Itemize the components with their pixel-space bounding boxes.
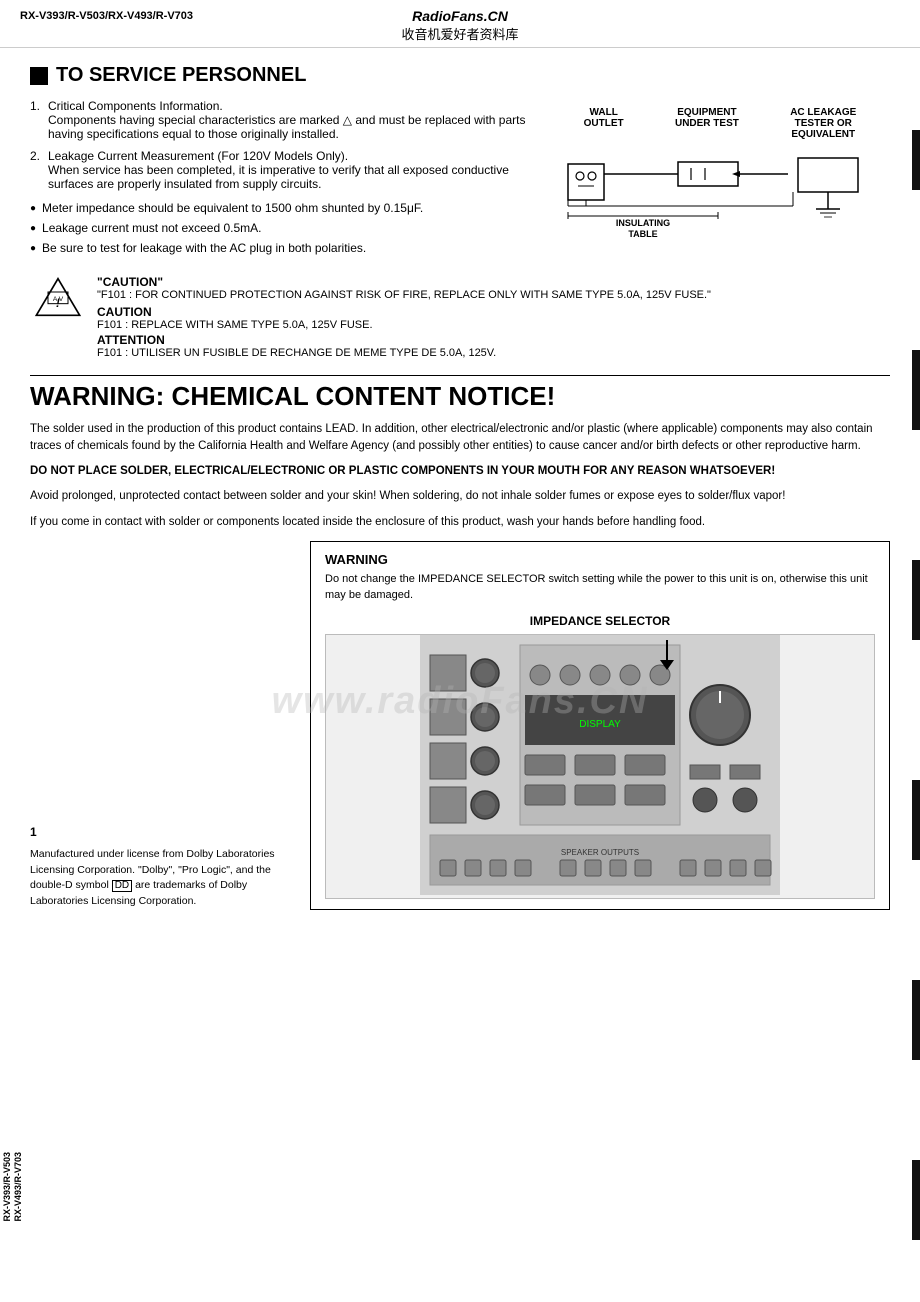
chemical-para-3: Avoid prolonged, unprotected contact bet…: [30, 488, 890, 505]
svg-text:TABLE: TABLE: [628, 229, 657, 239]
warning-impedance-box: WARNING Do not change the IMPEDANCE SELE…: [310, 541, 890, 910]
label-wall-outlet: WALLOUTLET: [584, 107, 624, 140]
warning-impedance-body: Do not change the IMPEDANCE SELECTOR swi…: [325, 571, 875, 604]
bullet-item-1: Meter impedance should be equivalent to …: [30, 201, 530, 215]
label-equipment: EQUIPMENTUNDER TEST: [675, 107, 739, 140]
service-left-col: 1. Critical Components Information. Comp…: [30, 99, 530, 265]
right-accent-4: [912, 780, 920, 860]
site-subtitle: 收音机爱好者资料库: [0, 24, 920, 43]
svg-text:INSULATING: INSULATING: [616, 218, 670, 228]
service-two-col: 1. Critical Components Information. Comp…: [30, 99, 890, 265]
amplifier-diagram: DISPLAY: [325, 634, 875, 899]
chemical-notice: WARNING: CHEMICAL CONTENT NOTICE! The so…: [30, 375, 890, 531]
bottom-section: 1 Manufactured under license from Dolby …: [30, 541, 890, 910]
dd-symbol: DD: [112, 880, 132, 892]
page-header: RX-V393/R-V503/RX-V493/R-V703 RadioFans.…: [0, 0, 920, 48]
diagram-col: WALLOUTLET EQUIPMENTUNDER TEST AC LEAKAG…: [550, 99, 890, 265]
amp-panel-svg: DISPLAY: [326, 635, 874, 895]
main-content: TO SERVICE PERSONNEL 1. Critical Compone…: [0, 48, 920, 926]
caution-area: ! A V "CAUTION" "F101 : FOR CONTINUED PR…: [30, 275, 890, 359]
dolby-col: 1 Manufactured under license from Dolby …: [30, 541, 290, 910]
caution-quoted-body: "F101 : FOR CONTINUED PROTECTION AGAINST…: [97, 289, 890, 301]
numbered-list: 1. Critical Components Information. Comp…: [30, 99, 530, 191]
right-accent-3: [912, 560, 920, 640]
service-section-title: TO SERVICE PERSONNEL: [30, 64, 890, 87]
caution-body: F101 : REPLACE WITH SAME TYPE 5.0A, 125V…: [97, 319, 890, 331]
attention-title: ATTENTION: [97, 333, 890, 347]
chemical-para-4: If you come in contact with solder or co…: [30, 514, 890, 531]
chemical-para-1: The solder used in the production of thi…: [30, 421, 890, 456]
page-number: 1: [30, 825, 37, 839]
svg-text:A V: A V: [52, 296, 63, 303]
right-accent-5: [912, 980, 920, 1060]
right-accent-1: [912, 130, 920, 190]
svg-text:SPEAKER OUTPUTS: SPEAKER OUTPUTS: [561, 848, 639, 857]
warning-impedance-col: WARNING Do not change the IMPEDANCE SELE…: [310, 541, 890, 910]
svg-text:DISPLAY: DISPLAY: [579, 719, 621, 730]
bullet-item-2: Leakage current must not exceed 0.5mA.: [30, 221, 530, 235]
attention-body: F101 : UTILISER UN FUSIBLE DE RECHANGE D…: [97, 347, 890, 359]
right-accent-2: [912, 350, 920, 430]
warning-impedance-title: WARNING: [325, 552, 875, 567]
page: RX-V393/R-V503/RX-V493/R-V703 RadioFans.…: [0, 0, 920, 1302]
service-title-text: TO SERVICE PERSONNEL: [56, 64, 306, 87]
model-label: RX-V393/R-V503/RX-V493/R-V703: [20, 10, 193, 22]
bullet-list: Meter impedance should be equivalent to …: [30, 201, 530, 255]
caution-quoted-title: "CAUTION": [97, 275, 890, 289]
circuit-svg: INSULATING TABLE: [558, 144, 878, 254]
bullet-item-3: Be sure to test for leakage with the AC …: [30, 241, 530, 255]
impedance-selector-label: IMPEDANCE SELECTOR: [325, 614, 875, 628]
list-item-1: 1. Critical Components Information. Comp…: [30, 99, 530, 141]
chemical-para-2: DO NOT PLACE SOLDER, ELECTRICAL/ELECTRON…: [30, 463, 890, 480]
label-ac-leakage: AC LEAKAGETESTER OREQUIVALENT: [790, 107, 856, 140]
model-vertical-label: RX-V393/R-V503RX-V493/R-V703: [2, 1152, 24, 1222]
list-item-2: 2. Leakage Current Measurement (For 120V…: [30, 149, 530, 191]
caution-triangle-icon: ! A V: [33, 275, 83, 319]
leakage-diagram: WALLOUTLET EQUIPMENTUNDER TEST AC LEAKAG…: [550, 99, 890, 265]
caution-symbol: ! A V: [30, 275, 85, 359]
chemical-notice-title: WARNING: CHEMICAL CONTENT NOTICE!: [30, 382, 890, 411]
caution-title: CAUTION: [97, 305, 890, 319]
title-block-icon: [30, 67, 48, 85]
right-accent-6: [912, 1160, 920, 1240]
caution-texts: "CAUTION" "F101 : FOR CONTINUED PROTECTI…: [97, 275, 890, 359]
dolby-text: Manufactured under license from Dolby La…: [30, 847, 290, 910]
